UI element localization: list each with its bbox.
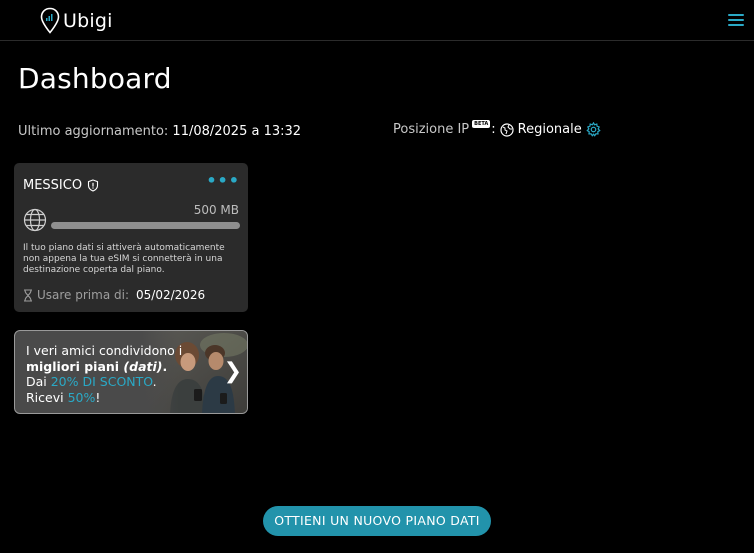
promo-line-4a: Ricevi: [26, 389, 68, 405]
promo-line-4c: !: [95, 389, 101, 405]
ip-position: Posizione IP BETA : Regionale: [393, 119, 601, 137]
location-pin-icon: [40, 7, 60, 34]
last-update-date: 11/08/2025: [172, 124, 248, 139]
expiry-date: 05/02/2026: [136, 288, 206, 302]
promo-line-2c: .: [162, 358, 168, 374]
promo-line-1: I veri amici condividono i: [26, 343, 183, 358]
promo-discount-highlight: 20% DI SCONTO: [50, 374, 153, 389]
brand-name: Ubigi: [63, 10, 113, 32]
expiry-label: Usare prima di:: [37, 288, 129, 302]
plan-country: MESSICO: [23, 178, 99, 193]
last-update: Ultimo aggiornamento: 11/08/2025 a 13:32: [18, 124, 301, 139]
globe-icon: [23, 208, 47, 232]
promo-line-2b: (dati): [123, 358, 163, 374]
page-title: Dashboard: [18, 62, 172, 95]
hamburger-icon[interactable]: [728, 14, 744, 26]
promo-reward-highlight: 50%: [67, 389, 96, 405]
gear-icon[interactable]: [586, 122, 601, 137]
plan-data-amount: 500 MB: [193, 203, 239, 217]
referral-promo-banner[interactable]: I veri amici condividono i migliori pian…: [14, 330, 248, 414]
last-update-sep: a: [251, 124, 260, 139]
data-plan-card[interactable]: MESSICO ••• 500 MB Il tuo piano dati si …: [14, 163, 248, 312]
ip-position-value: Regionale: [517, 122, 582, 137]
beta-badge: BETA: [472, 119, 491, 128]
more-options-icon[interactable]: •••: [206, 171, 240, 190]
last-update-label: Ultimo aggiornamento:: [18, 124, 169, 139]
shield-icon[interactable]: [87, 179, 99, 192]
ip-position-colon: :: [491, 122, 496, 137]
promo-text: I veri amici condividono i migliori pian…: [26, 343, 186, 405]
plan-country-label: MESSICO: [23, 178, 83, 193]
plan-activation-note: Il tuo piano dati si attiverà automatica…: [23, 243, 225, 275]
ip-position-label: Posizione IP: [393, 122, 470, 137]
chevron-right-icon[interactable]: ❯: [224, 359, 242, 384]
last-update-time: 13:32: [263, 124, 302, 139]
promo-line-2a: migliori piani: [26, 358, 124, 374]
plan-expiry: Usare prima di: 05/02/2026: [23, 288, 205, 302]
globe-icon: [500, 122, 514, 137]
get-new-data-plan-button[interactable]: OTTIENI UN NUOVO PIANO DATI: [263, 506, 491, 536]
hourglass-icon: [24, 288, 32, 302]
promo-line-3c: .: [152, 374, 157, 389]
promo-line-3a: Dai: [26, 374, 51, 389]
top-bar: Ubigi: [0, 0, 754, 41]
data-usage-bar: [51, 222, 240, 229]
brand-logo[interactable]: Ubigi: [40, 7, 113, 35]
